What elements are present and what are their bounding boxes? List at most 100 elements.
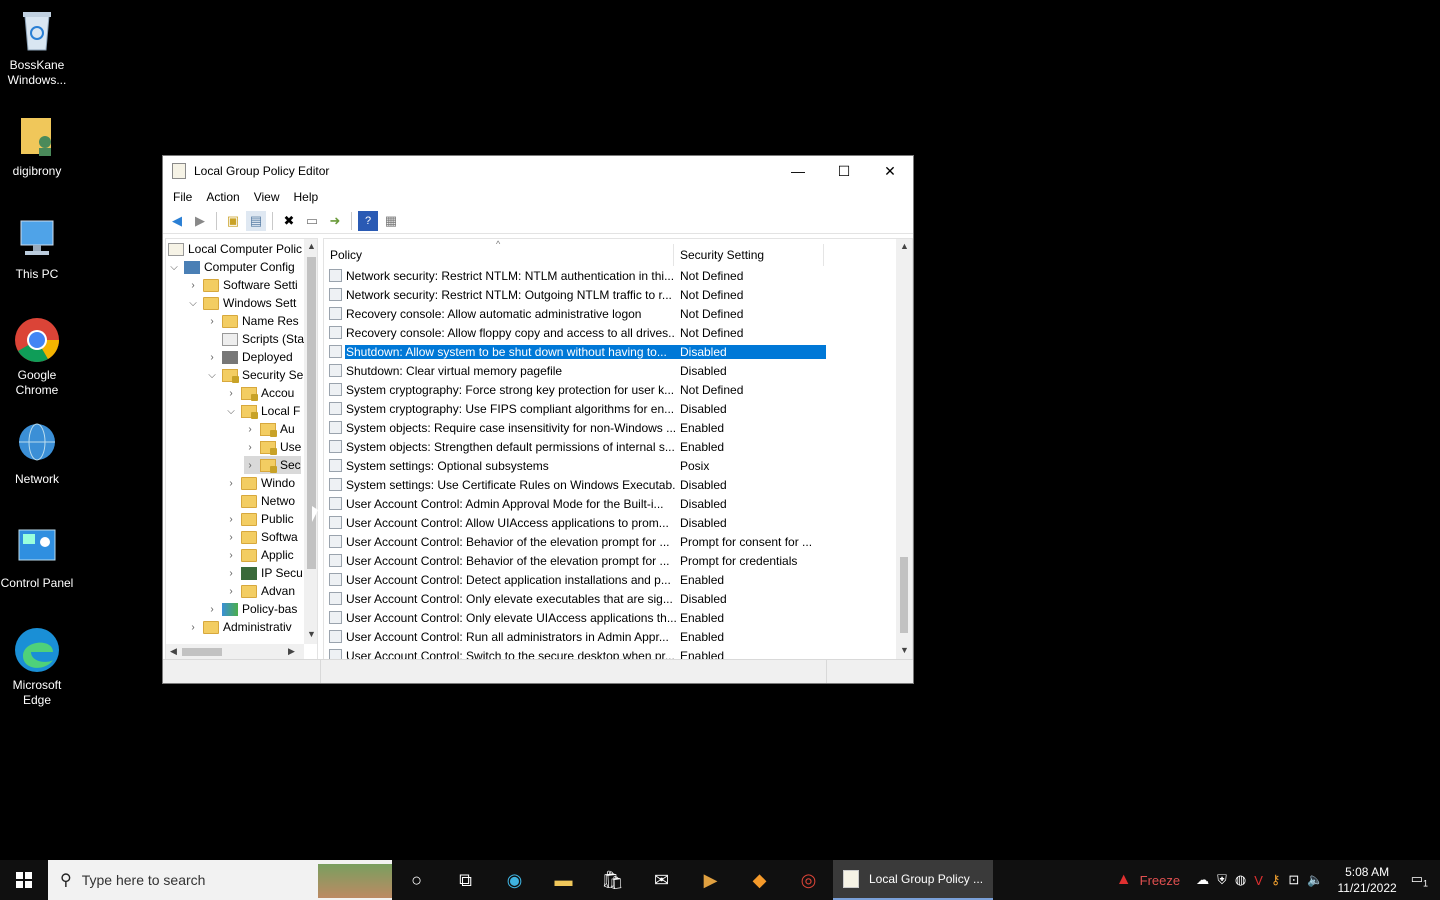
- scroll-right-icon[interactable]: ▶: [288, 646, 295, 657]
- policy-row[interactable]: User Account Control: Behavior of the el…: [324, 551, 898, 570]
- file-explorer-icon[interactable]: ▬: [539, 860, 588, 900]
- chevron-down-icon[interactable]: ⌵: [168, 262, 180, 273]
- tree-item-administrative-templates[interactable]: › Administrativ: [187, 618, 291, 636]
- network-icon[interactable]: ⊡: [1288, 872, 1299, 888]
- chevron-down-icon[interactable]: ⌵: [206, 370, 218, 381]
- chevron-down-icon[interactable]: ⌵: [225, 406, 237, 417]
- delete-icon[interactable]: ✖: [279, 211, 299, 231]
- tree-item-security-settings[interactable]: ⌵ Security Se: [206, 366, 303, 384]
- chevron-right-icon[interactable]: ›: [206, 316, 218, 327]
- mail-icon[interactable]: ✉: [637, 860, 686, 900]
- policy-row[interactable]: User Account Control: Run all administra…: [324, 627, 898, 646]
- chevron-right-icon[interactable]: ›: [225, 532, 237, 543]
- policy-row[interactable]: Recovery console: Allow automatic admini…: [324, 304, 898, 323]
- chevron-right-icon[interactable]: ›: [225, 478, 237, 489]
- title-bar[interactable]: Local Group Policy Editor — ☐ ✕: [163, 156, 913, 186]
- tree-item-local-computer-policy[interactable]: Local Computer Polic: [168, 240, 302, 258]
- maximize-button[interactable]: ☐: [821, 156, 867, 186]
- taskbar-item-group-policy-editor[interactable]: Local Group Policy ...: [833, 860, 993, 900]
- cortana-icon[interactable]: ○: [392, 860, 441, 900]
- tree-item-computer-configuration[interactable]: ⌵ Computer Config: [168, 258, 295, 276]
- onedrive-icon[interactable]: ☁: [1196, 872, 1209, 888]
- forward-arrow-icon[interactable]: ▶: [190, 211, 210, 231]
- tree-item-local-policies[interactable]: ⌵ Local F: [225, 402, 300, 420]
- task-view-icon[interactable]: ⧉: [441, 860, 490, 900]
- tree-item-network-list[interactable]: Netwo: [225, 492, 295, 510]
- freeze-icon[interactable]: ▲: [1116, 871, 1132, 889]
- notification-icon[interactable]: ▭1: [1411, 871, 1428, 889]
- start-button[interactable]: [0, 860, 48, 900]
- policy-row[interactable]: Network security: Restrict NTLM: Outgoin…: [324, 285, 898, 304]
- scrollbar-thumb[interactable]: [307, 257, 316, 569]
- tree-item-advanced-audit[interactable]: › Advan: [225, 582, 295, 600]
- antivirus-icon[interactable]: V: [1254, 873, 1263, 888]
- help-icon[interactable]: ?: [358, 210, 378, 231]
- tree-item-deployed-printers[interactable]: › Deployed: [206, 348, 292, 366]
- tree-item-windows-firewall[interactable]: › Windo: [225, 474, 295, 492]
- chevron-right-icon[interactable]: ›: [187, 622, 199, 633]
- desktop-icon-network[interactable]: Network: [0, 420, 74, 487]
- chevron-right-icon[interactable]: ›: [225, 388, 237, 399]
- policy-row[interactable]: User Account Control: Only elevate UIAcc…: [324, 608, 898, 627]
- menu-action[interactable]: Action: [199, 190, 246, 204]
- media-player-icon[interactable]: ▶: [686, 860, 735, 900]
- tree-vertical-scrollbar[interactable]: ▲ ▼: [304, 239, 317, 644]
- desktop-icon-microsoft-edge[interactable]: Microsoft Edge: [0, 626, 74, 708]
- policy-row[interactable]: System objects: Require case insensitivi…: [324, 418, 898, 437]
- menu-view[interactable]: View: [247, 190, 287, 204]
- freeze-label[interactable]: Freeze: [1140, 873, 1180, 888]
- back-arrow-icon[interactable]: ◀: [167, 211, 187, 231]
- scroll-down-icon[interactable]: ▼: [307, 629, 316, 639]
- policy-row[interactable]: User Account Control: Switch to the secu…: [324, 646, 898, 659]
- policy-row[interactable]: User Account Control: Behavior of the el…: [324, 532, 898, 551]
- chevron-right-icon[interactable]: ›: [206, 604, 218, 615]
- scroll-left-icon[interactable]: ◀: [170, 646, 177, 657]
- policy-row[interactable]: User Account Control: Only elevate execu…: [324, 589, 898, 608]
- desktop-icon-digibrony[interactable]: digibrony: [0, 112, 74, 179]
- tree-item-software-settings[interactable]: › Software Setti: [187, 276, 297, 294]
- tree-item-application-control[interactable]: › Applic: [225, 546, 293, 564]
- tree-item-windows-settings[interactable]: ⌵ Windows Sett: [187, 294, 296, 312]
- tree-item-public-key[interactable]: › Public: [225, 510, 293, 528]
- chevron-right-icon[interactable]: ›: [187, 280, 199, 291]
- policy-row[interactable]: System objects: Strengthen default permi…: [324, 437, 898, 456]
- key-icon[interactable]: ⚷: [1271, 872, 1281, 888]
- app-icon[interactable]: ◆: [735, 860, 784, 900]
- chevron-down-icon[interactable]: ⌵: [187, 298, 199, 309]
- tree-item-account-policies[interactable]: › Accou: [225, 384, 294, 402]
- chevron-right-icon[interactable]: ›: [225, 586, 237, 597]
- policy-row[interactable]: User Account Control: Allow UIAccess app…: [324, 513, 898, 532]
- chevron-right-icon[interactable]: ›: [244, 442, 256, 453]
- minimize-button[interactable]: —: [775, 156, 821, 186]
- scrollbar-thumb[interactable]: [900, 557, 908, 633]
- tree-item-ip-security[interactable]: › IP Secu: [225, 564, 302, 582]
- policy-row[interactable]: System settings: Optional subsystems Posi…: [324, 456, 898, 475]
- policy-row[interactable]: User Account Control: Admin Approval Mod…: [324, 494, 898, 513]
- policy-row[interactable]: System settings: Use Certificate Rules o…: [324, 475, 898, 494]
- tree-item-software-restriction[interactable]: › Softwa: [225, 528, 297, 546]
- volume-icon[interactable]: 🔈: [1307, 872, 1323, 888]
- tree-item-security-options[interactable]: › Sec: [244, 456, 301, 474]
- chevron-right-icon[interactable]: ›: [206, 352, 218, 363]
- tree-item-audit-policy[interactable]: › Au: [244, 420, 295, 438]
- clock[interactable]: 5:08 AM 11/21/2022: [1338, 864, 1397, 896]
- policy-row[interactable]: Shutdown: Clear virtual memory pagefile D…: [324, 361, 898, 380]
- edge-taskbar-icon[interactable]: ◉: [490, 860, 539, 900]
- tree-item-name-resolution[interactable]: › Name Res: [206, 312, 298, 330]
- column-header-security-setting[interactable]: Security Setting: [674, 244, 824, 266]
- scrollbar-thumb[interactable]: [182, 648, 222, 656]
- scroll-down-icon[interactable]: ▼: [900, 645, 909, 655]
- policy-row[interactable]: System cryptography: Force strong key pr…: [324, 380, 898, 399]
- chevron-right-icon[interactable]: ›: [225, 568, 237, 579]
- desktop-icon-control-panel[interactable]: Control Panel: [0, 524, 74, 591]
- tray-app-icon[interactable]: ◍: [1235, 872, 1246, 888]
- menu-file[interactable]: File: [166, 190, 199, 204]
- chevron-right-icon[interactable]: ›: [225, 550, 237, 561]
- chevron-right-icon[interactable]: ›: [244, 460, 256, 471]
- policy-row[interactable]: Recovery console: Allow floppy copy and …: [324, 323, 898, 342]
- chrome-taskbar-icon[interactable]: ◎: [784, 860, 833, 900]
- list-vertical-scrollbar[interactable]: ▲ ▼: [896, 239, 912, 659]
- chevron-right-icon[interactable]: ›: [244, 424, 256, 435]
- policy-row[interactable]: Shutdown: Allow system to be shut down w…: [324, 342, 898, 361]
- tree-item-policy-based-qos[interactable]: › Policy-bas: [206, 600, 297, 618]
